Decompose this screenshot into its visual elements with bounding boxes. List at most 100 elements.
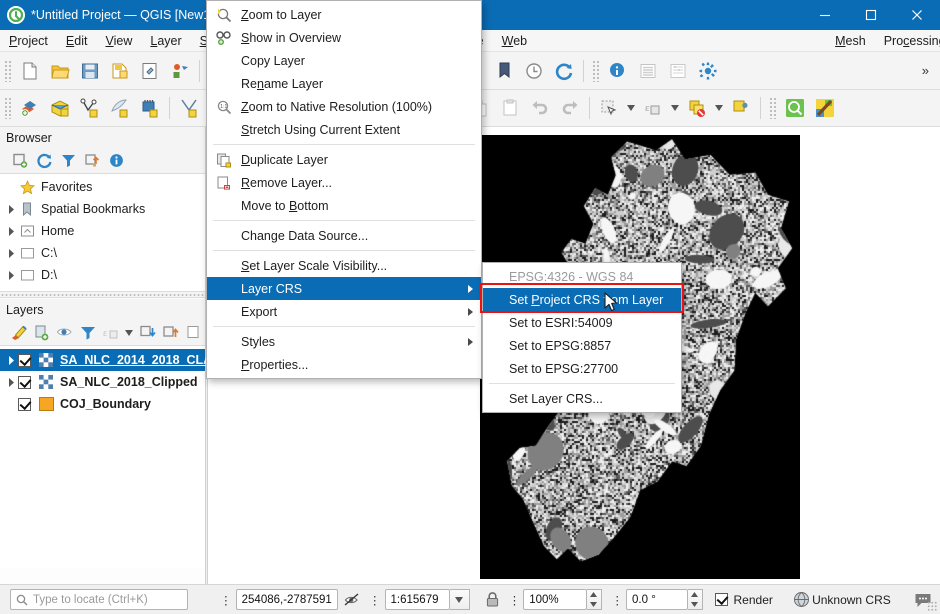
layer-item-nlc-2018[interactable]: SA_NLC_2018_Clipped bbox=[0, 371, 205, 393]
layer-visibility-checkbox[interactable] bbox=[18, 398, 31, 411]
zoom-last-clock-icon[interactable] bbox=[519, 56, 549, 86]
context-item-duplicate-layer[interactable]: Duplicate Layer bbox=[207, 148, 481, 171]
options-icon[interactable] bbox=[693, 56, 723, 86]
menu-edit[interactable]: Edit bbox=[57, 32, 97, 50]
context-item-move-to-bottom[interactable]: Move to Bottom bbox=[207, 194, 481, 217]
filter-dropdown-icon[interactable] bbox=[123, 322, 136, 344]
context-item-stretch-current-extent[interactable]: Stretch Using Current Extent bbox=[207, 118, 481, 141]
layer-item-class-change[interactable]: SA_NLC_2014_2018_CLASS_CHANGE_Clipped bbox=[0, 349, 205, 371]
refresh-icon[interactable] bbox=[549, 56, 579, 86]
expand-arrow[interactable] bbox=[4, 290, 18, 291]
select-value-dropdown-icon[interactable] bbox=[668, 93, 682, 123]
context-item-remove-layer[interactable]: Remove Layer... bbox=[207, 171, 481, 194]
expand-arrow[interactable] bbox=[4, 224, 18, 238]
open-project-icon[interactable] bbox=[45, 56, 75, 86]
context-item-export[interactable]: Export bbox=[207, 300, 481, 323]
collapse-all-icon[interactable] bbox=[159, 322, 182, 344]
expand-arrow[interactable] bbox=[4, 268, 18, 282]
remove-layer-icon[interactable] bbox=[182, 322, 205, 344]
identify-features-icon[interactable] bbox=[603, 56, 633, 86]
add-vector-icon[interactable] bbox=[75, 93, 105, 123]
render-checkbox[interactable] bbox=[715, 593, 728, 606]
crs-item-epsg-8857[interactable]: Set to EPSG:8857 bbox=[483, 334, 681, 357]
resize-grip[interactable] bbox=[927, 601, 937, 611]
menu-project[interactable]: Project bbox=[0, 32, 57, 50]
browser-item-drive-c[interactable]: C:\ bbox=[0, 242, 205, 264]
toolbar-overflow-button[interactable]: » bbox=[917, 63, 934, 78]
properties-info-icon[interactable] bbox=[104, 150, 128, 172]
expand-arrow[interactable] bbox=[4, 353, 18, 367]
redo-icon[interactable] bbox=[555, 93, 585, 123]
clear-selection-icon[interactable] bbox=[682, 93, 712, 123]
maximize-button[interactable] bbox=[848, 0, 894, 30]
crs-item-set-project-crs-from-layer[interactable]: Set Project CRS from Layer bbox=[483, 288, 681, 311]
crs-item-esri-54009[interactable]: Set to ESRI:54009 bbox=[483, 311, 681, 334]
locator-bar[interactable]: Type to locate (Ctrl+K) bbox=[10, 589, 188, 610]
select-features-icon[interactable] bbox=[594, 93, 624, 123]
statistics-icon[interactable] bbox=[663, 56, 693, 86]
expand-all-icon[interactable] bbox=[136, 322, 159, 344]
new-project-icon[interactable] bbox=[15, 56, 45, 86]
context-item-zoom-to-layer[interactable]: Zoom to Layer bbox=[207, 3, 481, 26]
close-button[interactable] bbox=[894, 0, 940, 30]
layer-item-coj-boundary[interactable]: COJ_Boundary bbox=[0, 393, 205, 415]
menu-processing[interactable]: Processing bbox=[875, 32, 940, 50]
save-project-as-icon[interactable] bbox=[105, 56, 135, 86]
context-item-properties[interactable]: Properties... bbox=[207, 353, 481, 376]
menu-layer[interactable]: Layer bbox=[141, 32, 190, 50]
clear-selection-dropdown-icon[interactable] bbox=[712, 93, 726, 123]
rotation-field[interactable]: 0.0 ° bbox=[626, 589, 687, 610]
layer-visibility-checkbox[interactable] bbox=[18, 354, 31, 367]
zoom-next-icon[interactable] bbox=[489, 56, 519, 86]
rotation-spinner[interactable] bbox=[688, 589, 703, 610]
toolbar-grip-6[interactable] bbox=[769, 97, 777, 119]
expand-arrow[interactable] bbox=[4, 375, 18, 389]
browser-tree[interactable]: Favorites Spatial Bookmarks Home bbox=[0, 174, 205, 291]
add-annotation-icon[interactable] bbox=[726, 93, 756, 123]
context-item-rename-layer[interactable]: Rename Layer bbox=[207, 72, 481, 95]
layer-context-menu[interactable]: Zoom to Layer Show in Overview Copy Laye… bbox=[206, 0, 482, 379]
save-project-icon[interactable] bbox=[75, 56, 105, 86]
browser-item-spatial-bookmarks[interactable]: Spatial Bookmarks bbox=[0, 198, 205, 220]
layer-crs-submenu[interactable]: EPSG:4326 - WGS 84 Set Project CRS from … bbox=[482, 262, 682, 413]
paste-features-icon[interactable] bbox=[495, 93, 525, 123]
add-raster-icon[interactable] bbox=[45, 93, 75, 123]
toolbar-grip-4[interactable] bbox=[4, 97, 12, 119]
crs-item-set-layer-crs[interactable]: Set Layer CRS... bbox=[483, 387, 681, 410]
refresh-icon[interactable] bbox=[32, 150, 56, 172]
layer-visibility-checkbox[interactable] bbox=[18, 376, 31, 389]
add-delimited-icon[interactable] bbox=[105, 93, 135, 123]
context-item-layer-crs[interactable]: Layer CRS bbox=[207, 277, 481, 300]
toolbar-grip[interactable] bbox=[4, 60, 12, 82]
browser-item-favorites[interactable]: Favorites bbox=[0, 176, 205, 198]
panel-splitter[interactable] bbox=[0, 291, 205, 298]
crs-status-label[interactable]: Unknown CRS bbox=[812, 593, 891, 607]
coordinate-field[interactable]: 254086,-2787591 bbox=[236, 589, 338, 610]
map-tips-icon[interactable] bbox=[810, 93, 840, 123]
select-dropdown-icon[interactable] bbox=[624, 93, 638, 123]
globe-icon[interactable] bbox=[791, 589, 812, 611]
filter-legend-expression-icon[interactable]: ε bbox=[100, 322, 123, 344]
minimize-button[interactable] bbox=[802, 0, 848, 30]
context-item-styles[interactable]: Styles bbox=[207, 330, 481, 353]
filter-browser-icon[interactable] bbox=[56, 150, 80, 172]
add-mesh-icon[interactable] bbox=[174, 93, 204, 123]
context-item-zoom-native-resolution[interactable]: 1:1 Zoom to Native Resolution (100%) bbox=[207, 95, 481, 118]
layers-tree[interactable]: SA_NLC_2014_2018_CLASS_CHANGE_Clipped bbox=[0, 346, 205, 568]
context-item-copy-layer[interactable]: Copy Layer bbox=[207, 49, 481, 72]
browser-item-home[interactable]: Home bbox=[0, 220, 205, 242]
context-item-change-data-source[interactable]: Change Data Source... bbox=[207, 224, 481, 247]
expand-arrow[interactable] bbox=[4, 202, 18, 216]
menu-view[interactable]: View bbox=[96, 32, 141, 50]
undo-icon[interactable] bbox=[525, 93, 555, 123]
add-layer-icon[interactable] bbox=[8, 150, 32, 172]
scale-field[interactable]: 1:615679 bbox=[385, 589, 450, 610]
add-group-icon[interactable] bbox=[31, 322, 54, 344]
manage-visibility-icon[interactable] bbox=[54, 322, 77, 344]
menu-mesh[interactable]: Mesh bbox=[826, 32, 875, 50]
browser-item-drive-d[interactable]: D:\ bbox=[0, 264, 205, 286]
lock-scale-icon[interactable] bbox=[482, 589, 503, 611]
magnifier-field[interactable]: 100% bbox=[523, 589, 586, 610]
open-layer-styling-icon[interactable] bbox=[8, 322, 31, 344]
select-by-value-icon[interactable]: ε bbox=[638, 93, 668, 123]
